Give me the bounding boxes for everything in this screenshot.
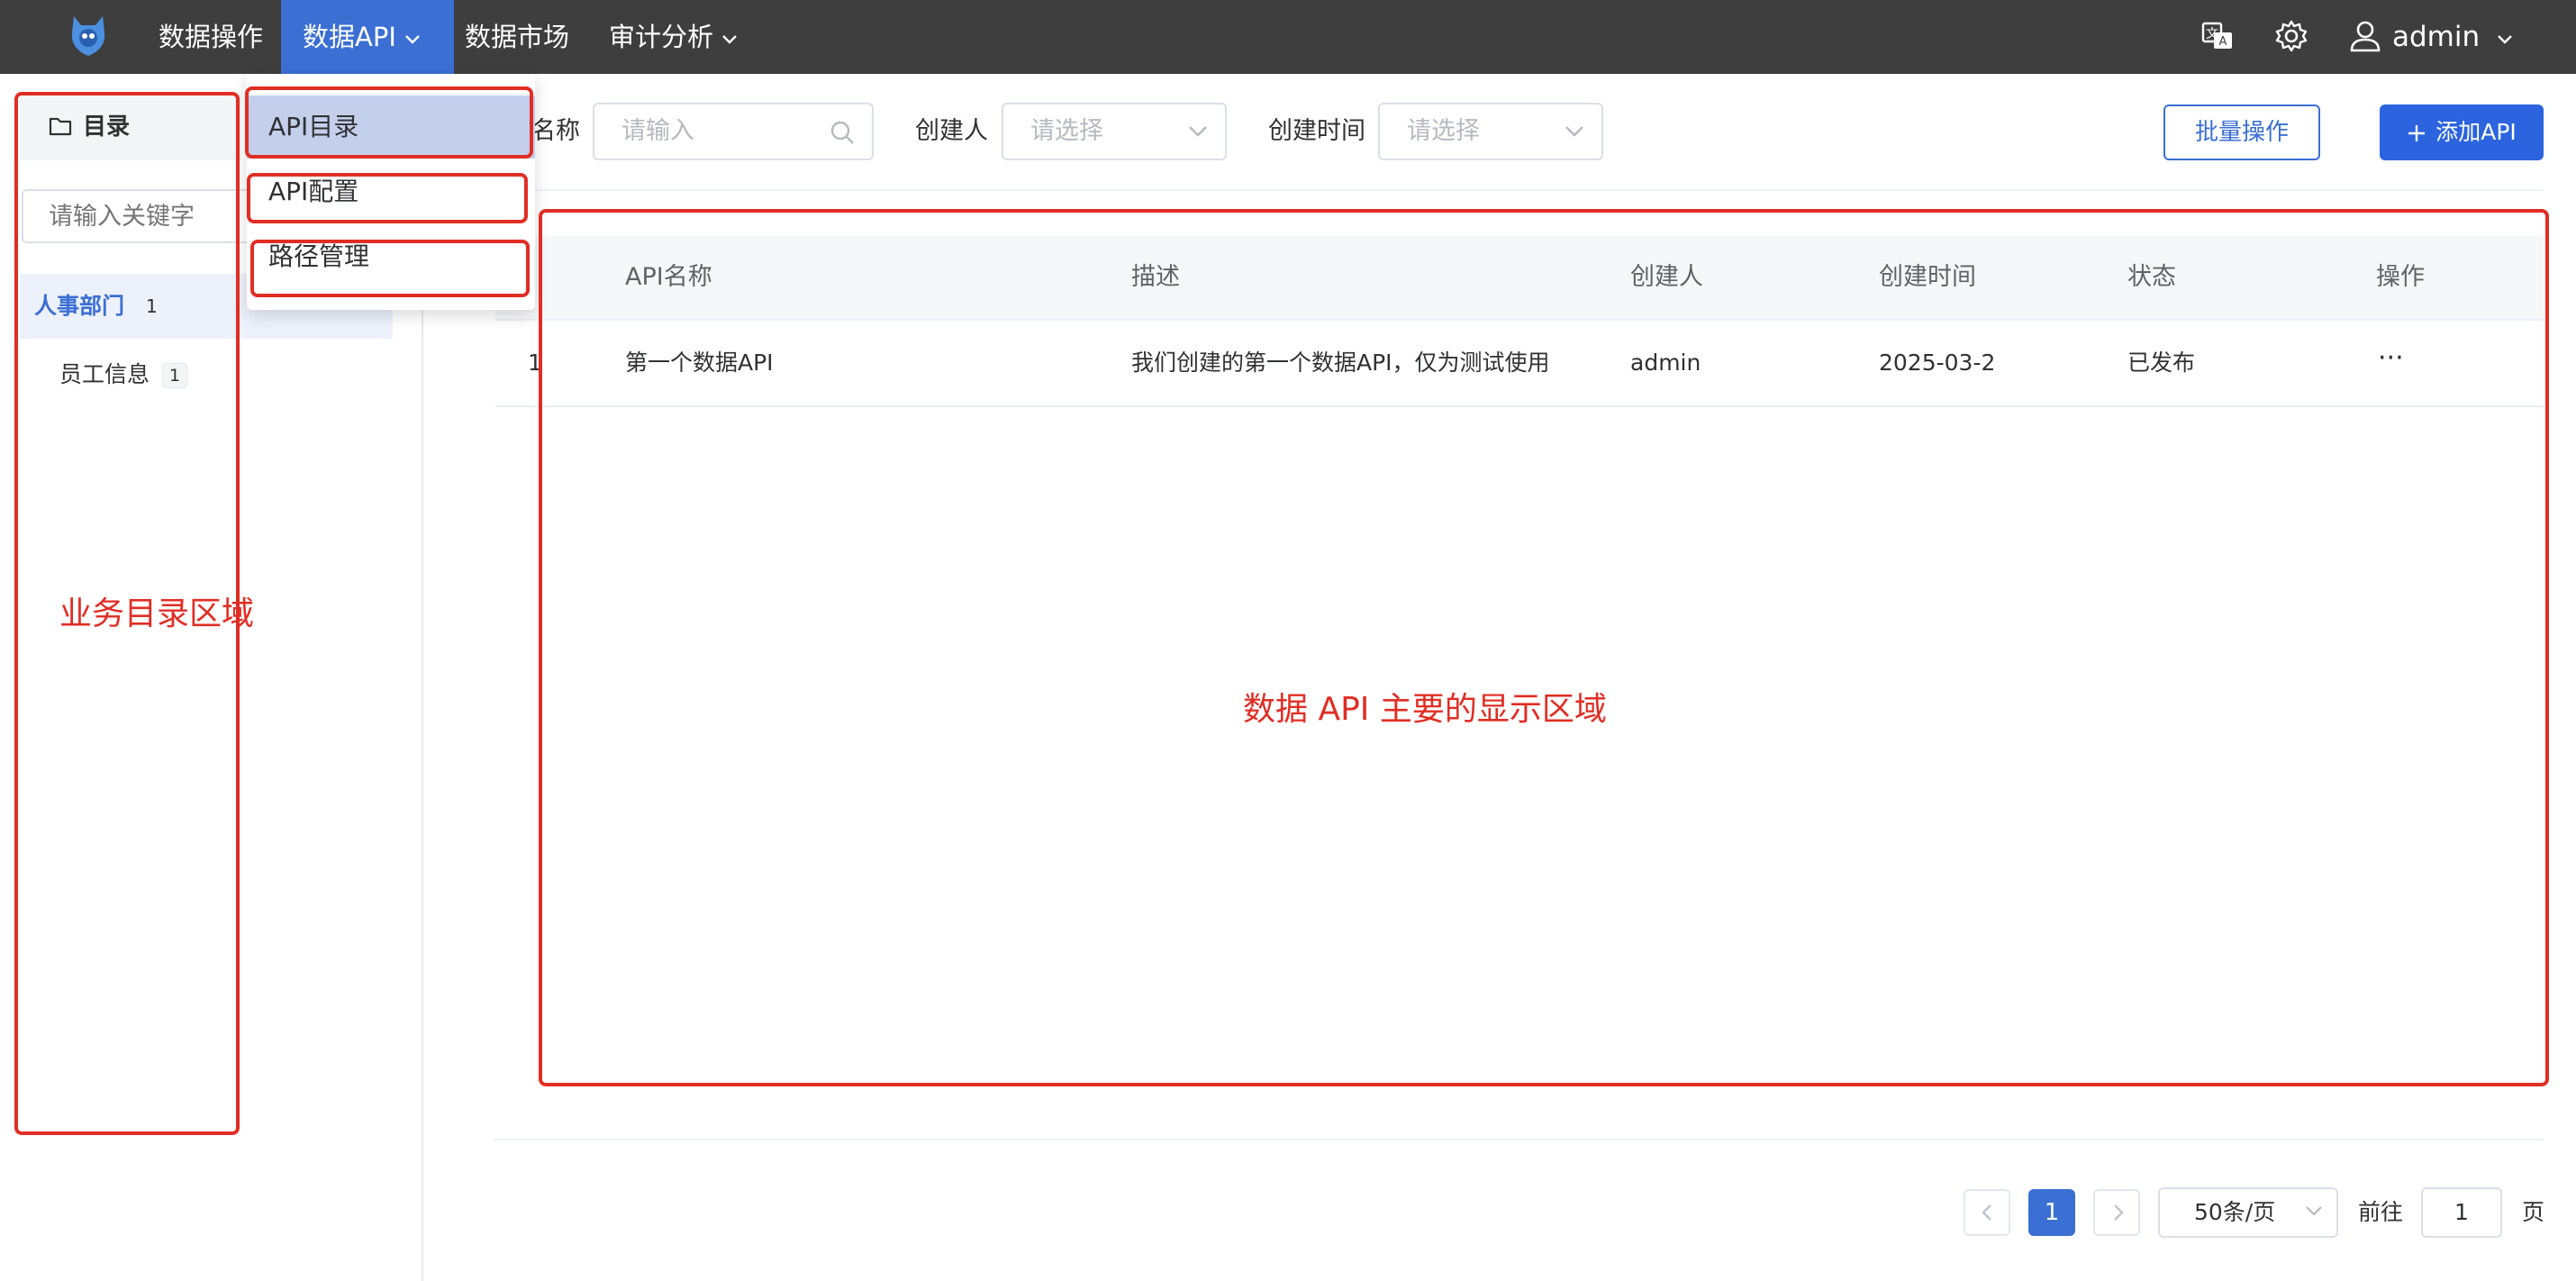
chevron-down-icon [1189, 126, 1207, 137]
goto-label: 前往 [2358, 1199, 2404, 1225]
gear-icon[interactable] [2273, 18, 2309, 54]
time-filter-label: 创建时间 [1268, 117, 1365, 145]
annotation-main-label: 数据 API 主要的显示区域 [1243, 691, 1607, 728]
page-size-select[interactable]: 50条/页 [2158, 1187, 2338, 1238]
annotation-box-api-config [247, 173, 528, 223]
chevron-down-icon [2498, 34, 2512, 44]
next-page-button[interactable] [2093, 1189, 2140, 1236]
annotation-box-path-management [250, 240, 530, 297]
nav-label: 数据操作 [159, 22, 264, 52]
page-size-value: 50条/页 [2194, 1199, 2276, 1225]
chevron-down-icon [722, 35, 737, 44]
table-bottom-divider [494, 1139, 2544, 1140]
svg-text:A: A [2219, 35, 2227, 49]
nav-label: 数据API [303, 22, 396, 52]
chevron-down-icon [2306, 1206, 2322, 1216]
plus-icon [2408, 125, 2426, 141]
batch-operation-button[interactable]: 批量操作 [2163, 104, 2320, 160]
user-menu[interactable]: admin [2392, 0, 2514, 74]
creator-filter-label: 创建人 [915, 117, 988, 145]
page-suffix: 页 [2522, 1199, 2545, 1225]
chevron-left-icon [1982, 1204, 1991, 1221]
user-icon[interactable] [2347, 18, 2383, 54]
name-filter-label: 名称 [531, 117, 580, 145]
name-filter-placeholder: 请输入 [621, 117, 694, 145]
time-filter-select[interactable]: 请选择 [1378, 103, 1603, 160]
nav-data-market[interactable]: 数据市场 [465, 0, 569, 74]
name-filter-input[interactable]: 请输入 [593, 103, 874, 160]
nav-data-operation[interactable]: 数据操作 [159, 0, 263, 74]
annotation-box-main-area [539, 209, 2549, 1086]
logo-icon[interactable] [67, 13, 110, 59]
chevron-down-icon [1565, 126, 1583, 137]
creator-filter-placeholder: 请选择 [1030, 117, 1103, 145]
page-number-current[interactable]: 1 [2028, 1189, 2075, 1236]
nav-label: 审计分析 [609, 22, 714, 52]
search-icon [830, 121, 854, 144]
add-api-label: 添加API [2435, 119, 2517, 145]
chevron-down-icon [405, 35, 420, 44]
batch-operation-label: 批量操作 [2194, 119, 2289, 146]
translate-icon[interactable]: 文 A [2200, 18, 2236, 54]
filter-divider [494, 189, 2544, 191]
creator-filter-select[interactable]: 请选择 [1002, 103, 1227, 160]
nav-audit-analysis[interactable]: 审计分析 [609, 0, 739, 74]
prev-page-button[interactable] [1964, 1189, 2010, 1236]
add-api-button[interactable]: 添加API [2380, 104, 2544, 160]
nav-data-api[interactable]: 数据API [281, 0, 454, 74]
annotation-box-api-catalog [245, 86, 533, 159]
time-filter-placeholder: 请选择 [1407, 117, 1480, 145]
annotation-sidebar-label: 业务目录区域 [59, 595, 255, 632]
nav-label: 数据市场 [465, 22, 570, 52]
chevron-right-icon [2114, 1204, 2124, 1221]
top-navbar: 数据操作 数据API 数据市场 审计分析 文 A admin [0, 0, 2576, 74]
user-name: admin [2392, 21, 2481, 53]
goto-page-input[interactable]: 1 [2421, 1187, 2502, 1238]
